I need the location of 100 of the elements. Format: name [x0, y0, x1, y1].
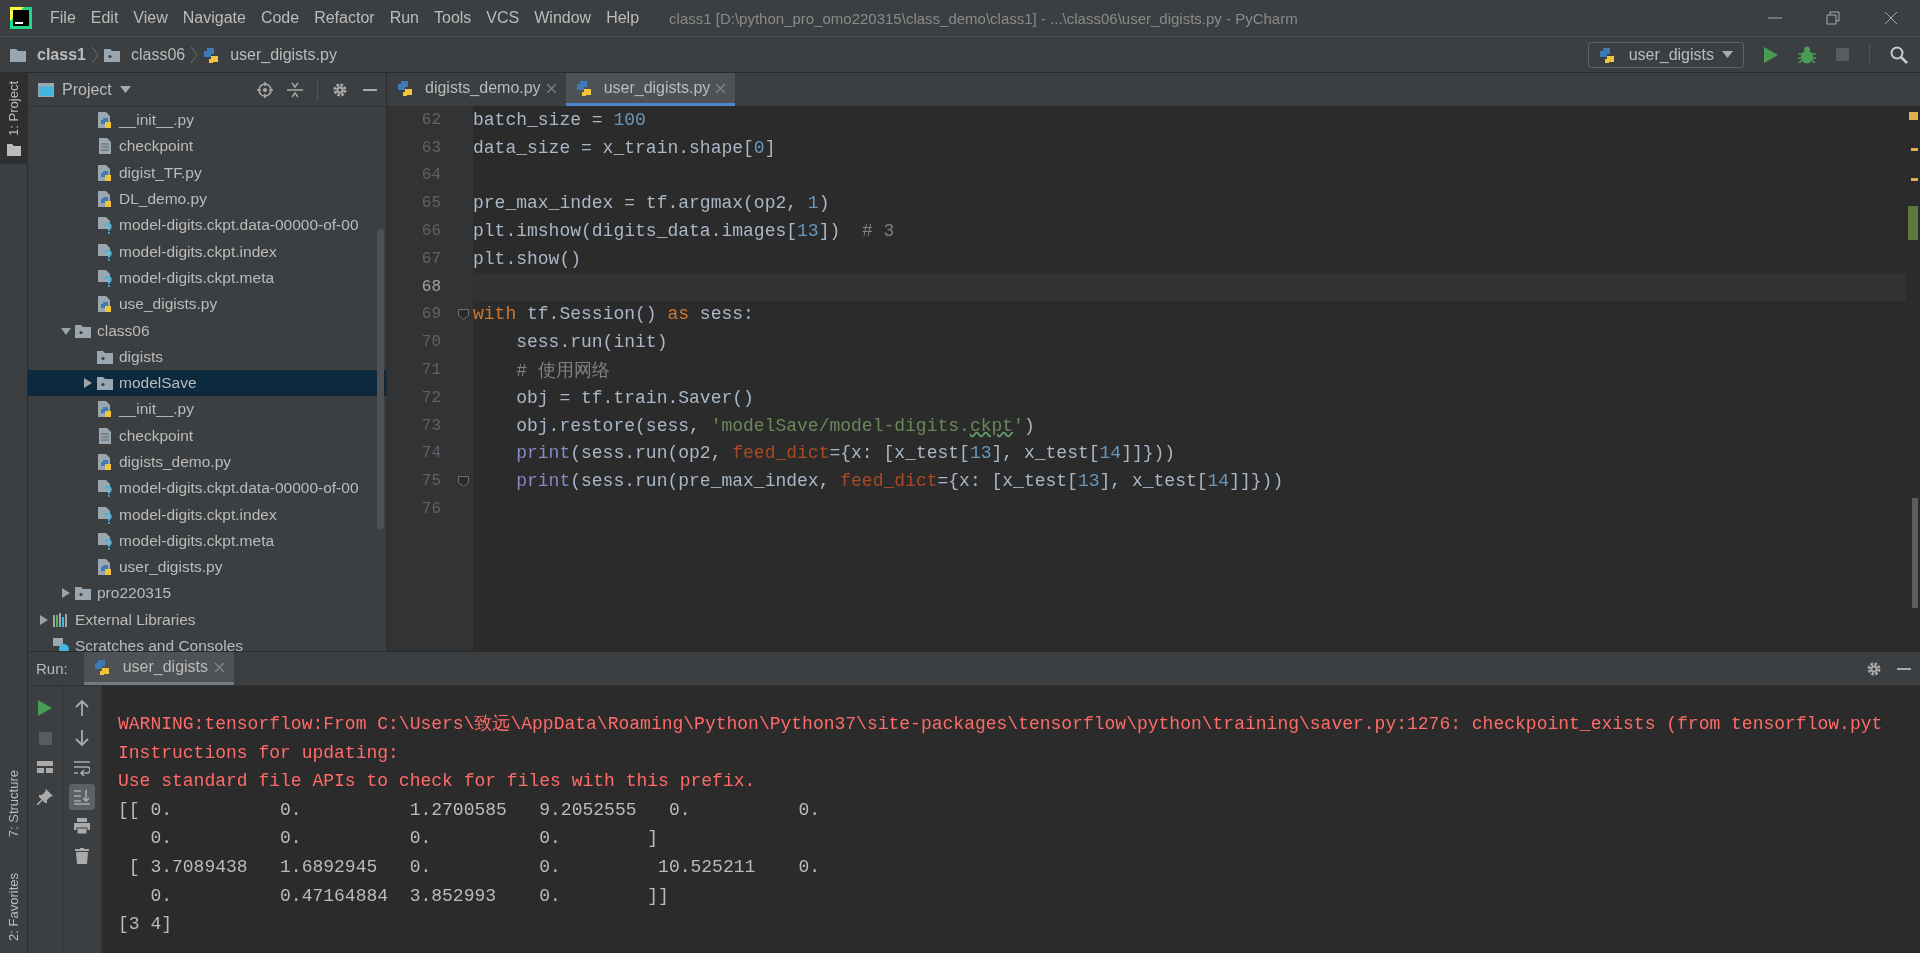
- tree-item[interactable]: model-digits.ckpt.index: [28, 501, 386, 528]
- tree-item[interactable]: __init__.py: [28, 396, 386, 423]
- tool-window-tab[interactable]: 1: Project: [0, 73, 27, 164]
- menu-item[interactable]: Window: [534, 9, 592, 27]
- editor-tab[interactable]: user_digists.py: [565, 73, 736, 106]
- tree-item[interactable]: class06: [28, 317, 386, 344]
- pin-icon[interactable]: [37, 789, 53, 805]
- caret-icon: [1722, 51, 1733, 58]
- chevron-icon: [191, 46, 198, 63]
- scroll-to-end-button[interactable]: [69, 784, 95, 810]
- menu-item[interactable]: View: [133, 9, 168, 27]
- python-file-icon: [97, 111, 113, 130]
- editor-tab[interactable]: digists_demo.py: [387, 73, 566, 106]
- menu-item[interactable]: Run: [389, 9, 419, 27]
- breadcrumb-item[interactable]: user_digists.py: [203, 45, 337, 64]
- expand-arrow-icon[interactable]: [39, 614, 49, 625]
- code-line: plt.show(): [473, 248, 582, 269]
- tree-item[interactable]: model-digits.ckpt.data-00000-of-00: [28, 212, 386, 239]
- tree-item[interactable]: digists: [28, 343, 386, 370]
- tree-item[interactable]: checkpoint: [28, 133, 386, 160]
- tree-item[interactable]: model-digits.ckpt.meta: [28, 527, 386, 555]
- console-output: Use standard file APIs to check for files with this prefix.: [118, 770, 756, 794]
- window-icon: [38, 82, 54, 97]
- close-icon[interactable]: [546, 83, 556, 93]
- expand-arrow-icon[interactable]: [61, 325, 71, 336]
- tree-item[interactable]: digist_TF.py: [28, 159, 386, 186]
- bug-icon[interactable]: [1798, 45, 1816, 64]
- scrollbar-thumb[interactable]: [377, 229, 384, 529]
- scroll-to-end-icon: [74, 789, 90, 805]
- breadcrumb-item[interactable]: class1: [10, 45, 86, 64]
- folder-icon: [103, 47, 120, 62]
- tree-item[interactable]: digists_demo.py: [28, 448, 386, 476]
- folder-icon: [10, 47, 26, 62]
- close-icon[interactable]: [1884, 11, 1898, 25]
- window-title: class1 [D:\python_pro_omo220315\class_demo\class1] - ...\class06\user_digists.py - PyCharm: [669, 9, 1298, 27]
- close-icon[interactable]: [215, 662, 225, 672]
- run-icon[interactable]: [38, 700, 52, 716]
- run-tab[interactable]: user_digists: [83, 652, 235, 685]
- project-view-dropdown[interactable]: Project: [38, 80, 131, 99]
- locate-icon[interactable]: [257, 81, 273, 98]
- tree-item[interactable]: modelSave: [28, 369, 386, 397]
- up-arrow-icon[interactable]: [75, 700, 89, 716]
- code-line: data_size = x_train.shape[0]: [473, 137, 776, 158]
- console-output: [ 3.7089438 1.6892945 0. 0. 10.525211 0. 0. 0.47164884 3.852993 0. ]]: [127, 855, 821, 908]
- code-line: obj = tf.train.Saver(): [515, 387, 754, 408]
- menu-item[interactable]: VCS: [486, 9, 520, 27]
- settings-icon[interactable]: [1866, 660, 1882, 677]
- menu-item[interactable]: Tools: [434, 9, 472, 27]
- python-icon: [203, 46, 220, 63]
- tool-window-tab[interactable]: 2: Favorites: [0, 865, 27, 949]
- tool-window-tab[interactable]: 7: Structure: [0, 761, 27, 846]
- trash-icon[interactable]: [75, 848, 89, 864]
- close-icon[interactable]: [716, 83, 726, 93]
- collapse-all-icon[interactable]: [287, 81, 303, 98]
- menu-item[interactable]: Refactor: [314, 9, 375, 27]
- tree-item[interactable]: use_digists.py: [28, 291, 386, 318]
- menu-item[interactable]: File: [50, 9, 76, 27]
- tree-item[interactable]: __init__.py: [28, 107, 386, 134]
- line-number: 68: [420, 277, 441, 296]
- breadcrumb-item[interactable]: class06: [103, 45, 186, 64]
- tree-item[interactable]: user_digists.py: [28, 554, 386, 581]
- run-config-dropdown[interactable]: user_digists: [1587, 41, 1744, 68]
- app-logo-icon: [10, 7, 32, 29]
- scratches-icon: [53, 638, 69, 651]
- python-file-icon: [97, 163, 113, 182]
- code-line: batch_size = 100: [473, 109, 646, 130]
- print-icon[interactable]: [74, 818, 90, 834]
- expand-arrow-icon[interactable]: [83, 378, 93, 389]
- tree-item[interactable]: Scratches and Consoles: [28, 632, 386, 651]
- run-icon[interactable]: [1764, 46, 1778, 63]
- restore-icon[interactable]: [1826, 11, 1840, 25]
- menu-item[interactable]: Help: [606, 9, 640, 27]
- soft-wrap-icon[interactable]: [74, 760, 90, 776]
- code-line: print(sess.run(pre_max_index, feed_dict={x: [x_test[13], x_test[14]]})): [515, 471, 1284, 492]
- console-output: [[ 0. 0. 1.2700585 9.2052555 0. 0. 0. 0. 0. 0. ]: [118, 798, 821, 851]
- code-line: # 使用网络: [515, 360, 610, 383]
- unknown-file-icon: [97, 268, 113, 287]
- unknown-file-icon: [97, 216, 113, 235]
- expand-arrow-icon[interactable]: [61, 588, 71, 599]
- code-line: obj.restore(sess, 'modelSave/model-digits.ckpt'): [515, 415, 1035, 436]
- python-icon: [575, 80, 592, 96]
- tree-item[interactable]: DL_demo.py: [28, 185, 386, 213]
- python-file-icon: [97, 558, 113, 577]
- tree-item[interactable]: model-digits.ckpt.index: [28, 238, 386, 265]
- unknown-file-icon: [97, 505, 113, 524]
- menu-item[interactable]: Code: [260, 9, 300, 27]
- python-file-icon: [97, 295, 113, 314]
- tree-item[interactable]: pro220315: [28, 580, 386, 607]
- tree-item[interactable]: External Libraries: [28, 606, 386, 633]
- tree-item[interactable]: model-digits.ckpt.meta: [28, 264, 386, 292]
- tree-item[interactable]: model-digits.ckpt.data-00000-of-00: [28, 475, 386, 502]
- down-arrow-icon[interactable]: [75, 730, 89, 746]
- search-icon[interactable]: [1890, 45, 1908, 64]
- layout-icon[interactable]: [37, 761, 53, 773]
- tree-item[interactable]: checkpoint: [28, 422, 386, 449]
- menu-item[interactable]: Navigate: [182, 9, 246, 27]
- fold-marker-icon[interactable]: [458, 475, 469, 487]
- menu-item[interactable]: Edit: [90, 9, 119, 27]
- fold-marker-icon[interactable]: [458, 308, 469, 320]
- settings-icon[interactable]: [332, 81, 348, 98]
